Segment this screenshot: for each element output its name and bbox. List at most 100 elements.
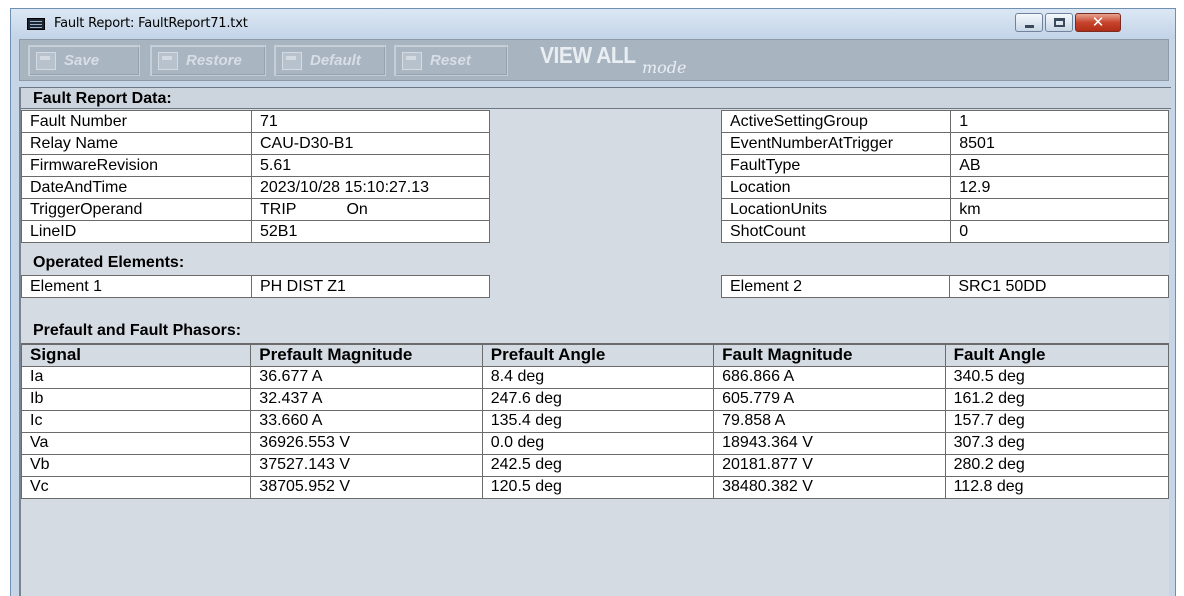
field-value: 12.9 bbox=[950, 176, 1169, 199]
table-cell: 242.5 deg bbox=[481, 453, 715, 477]
minimize-button[interactable] bbox=[1015, 13, 1043, 32]
field-label: Relay Name bbox=[21, 132, 252, 155]
field-value: 1 bbox=[950, 110, 1169, 133]
column-header: Signal bbox=[20, 343, 252, 367]
table-row: Vb 37527.143 V 242.5 deg 20181.877 V 280.2 d… bbox=[20, 453, 1170, 477]
table-cell: Ic bbox=[20, 409, 252, 433]
minimize-icon bbox=[1025, 25, 1034, 28]
field-value: 2023/10/28 15:10:27.13 bbox=[251, 176, 490, 199]
save-button[interactable]: Save bbox=[28, 45, 140, 76]
app-icon bbox=[27, 18, 45, 30]
table-cell: 36926.553 V bbox=[250, 431, 483, 455]
table-cell: 20181.877 V bbox=[713, 453, 946, 477]
table-cell: 38480.382 V bbox=[713, 475, 946, 499]
restore-button[interactable]: Restore bbox=[150, 45, 266, 76]
table-cell: Vc bbox=[20, 475, 252, 499]
table-cell: Vb bbox=[20, 453, 252, 477]
table-row: TriggerOperand TRIP On bbox=[21, 198, 490, 221]
field-label: Location bbox=[720, 176, 952, 199]
table-row: Ia 36.677 A 8.4 deg 686.866 A 340.5 deg bbox=[20, 365, 1170, 389]
close-icon: ✕ bbox=[1091, 13, 1105, 31]
table-cell: 8.4 deg bbox=[481, 365, 715, 389]
fault-report-left-table: Fault Number 71 Relay Name CAU-D30-B1 Firmwa… bbox=[21, 110, 490, 243]
column-header: Fault Magnitude bbox=[713, 343, 946, 367]
table-row: FirmwareRevision 5.61 bbox=[21, 154, 490, 177]
table-cell: 157.7 deg bbox=[944, 409, 1170, 433]
table-row: LineID 52B1 bbox=[21, 220, 490, 243]
report-content: Fault Report Data: Fault Number 71 Relay N… bbox=[19, 87, 1171, 596]
default-icon bbox=[282, 51, 302, 70]
field-label: DateAndTime bbox=[21, 176, 252, 199]
element-2-label: Element 2 bbox=[720, 275, 951, 298]
field-value: 8501 bbox=[950, 132, 1169, 155]
default-label: Default bbox=[310, 52, 361, 69]
table-cell: 120.5 deg bbox=[481, 475, 715, 499]
field-label: FirmwareRevision bbox=[21, 154, 252, 177]
fault-report-right-table: ActiveSettingGroup 1 EventNumberAtTrigger 8… bbox=[720, 110, 1169, 243]
table-cell: 18943.364 V bbox=[713, 431, 946, 455]
table-cell: 38705.952 V bbox=[250, 475, 483, 499]
table-row: ShotCount 0 bbox=[720, 220, 1169, 243]
table-row: Vc 38705.952 V 120.5 deg 38480.382 V 112.8 d… bbox=[20, 475, 1170, 499]
maximize-icon bbox=[1054, 18, 1065, 27]
table-row: FaultType AB bbox=[720, 154, 1169, 177]
table-cell: 36.677 A bbox=[250, 365, 483, 389]
table-row: Location 12.9 bbox=[720, 176, 1169, 199]
element-1-value: PH DIST Z1 bbox=[251, 275, 490, 298]
title-bar[interactable]: Fault Report: FaultReport71.txt ✕ bbox=[11, 9, 1175, 39]
table-cell: 686.866 A bbox=[713, 365, 946, 389]
table-row: Element 2 SRC1 50DD bbox=[720, 275, 1169, 298]
field-value: AB bbox=[950, 154, 1169, 177]
field-label: EventNumberAtTrigger bbox=[720, 132, 952, 155]
table-header-row: Signal Prefault Magnitude Prefault Angle Fa… bbox=[20, 343, 1170, 367]
table-row: Ib 32.437 A 247.6 deg 605.779 A 161.2 deg bbox=[20, 387, 1170, 411]
field-label: LocationUnits bbox=[720, 198, 952, 221]
column-header: Fault Angle bbox=[944, 343, 1170, 367]
reset-label: Reset bbox=[430, 52, 471, 69]
reset-button[interactable]: Reset bbox=[394, 45, 508, 76]
table-cell: Ia bbox=[20, 365, 252, 389]
reset-icon bbox=[402, 51, 422, 70]
table-cell: 32.437 A bbox=[250, 387, 483, 411]
table-cell: 307.3 deg bbox=[944, 431, 1170, 455]
phasors-title: Prefault and Fault Phasors: bbox=[33, 322, 242, 339]
table-cell: 79.858 A bbox=[713, 409, 946, 433]
toolbar: Save Restore Default Reset VIEW ALL mode bbox=[19, 39, 1169, 81]
operated-elements-title: Operated Elements: bbox=[33, 254, 185, 271]
save-label: Save bbox=[64, 52, 100, 69]
field-value: 52B1 bbox=[251, 220, 490, 243]
table-cell: Ib bbox=[20, 387, 252, 411]
table-row: EventNumberAtTrigger 8501 bbox=[720, 132, 1169, 155]
default-button[interactable]: Default bbox=[274, 45, 386, 76]
table-row: Ic 33.660 A 135.4 deg 79.858 A 157.7 deg bbox=[20, 409, 1170, 433]
table-cell: 605.779 A bbox=[713, 387, 946, 411]
fault-report-data-title: Fault Report Data: bbox=[21, 87, 1171, 109]
restore-icon bbox=[158, 51, 178, 70]
close-button[interactable]: ✕ bbox=[1075, 13, 1121, 32]
field-value: TRIP On bbox=[251, 198, 490, 221]
table-row: Fault Number 71 bbox=[21, 110, 490, 133]
view-all-indicator: VIEW ALL bbox=[540, 43, 636, 69]
field-value-state: On bbox=[346, 200, 368, 218]
field-value: 5.61 bbox=[251, 154, 490, 177]
save-icon bbox=[36, 51, 56, 70]
table-cell: 340.5 deg bbox=[944, 365, 1170, 389]
element-1-label: Element 1 bbox=[21, 275, 252, 298]
field-label: ActiveSettingGroup bbox=[720, 110, 952, 133]
restore-label: Restore bbox=[186, 52, 242, 69]
field-value: 71 bbox=[251, 110, 490, 133]
table-row: Element 1 PH DIST Z1 bbox=[21, 275, 490, 298]
field-label: LineID bbox=[21, 220, 252, 243]
table-cell: 33.660 A bbox=[250, 409, 483, 433]
field-label: FaultType bbox=[720, 154, 952, 177]
fault-report-window: Fault Report: FaultReport71.txt ✕ Save R… bbox=[10, 8, 1176, 596]
field-value-primary: TRIP bbox=[260, 200, 297, 218]
table-row: DateAndTime 2023/10/28 15:10:27.13 bbox=[21, 176, 490, 199]
view-mode-label: mode bbox=[642, 58, 687, 77]
table-cell: 135.4 deg bbox=[481, 409, 715, 433]
maximize-button[interactable] bbox=[1045, 13, 1073, 32]
table-cell: 280.2 deg bbox=[944, 453, 1170, 477]
column-header: Prefault Angle bbox=[481, 343, 715, 367]
column-header: Prefault Magnitude bbox=[250, 343, 483, 367]
element-2-value: SRC1 50DD bbox=[949, 275, 1169, 298]
